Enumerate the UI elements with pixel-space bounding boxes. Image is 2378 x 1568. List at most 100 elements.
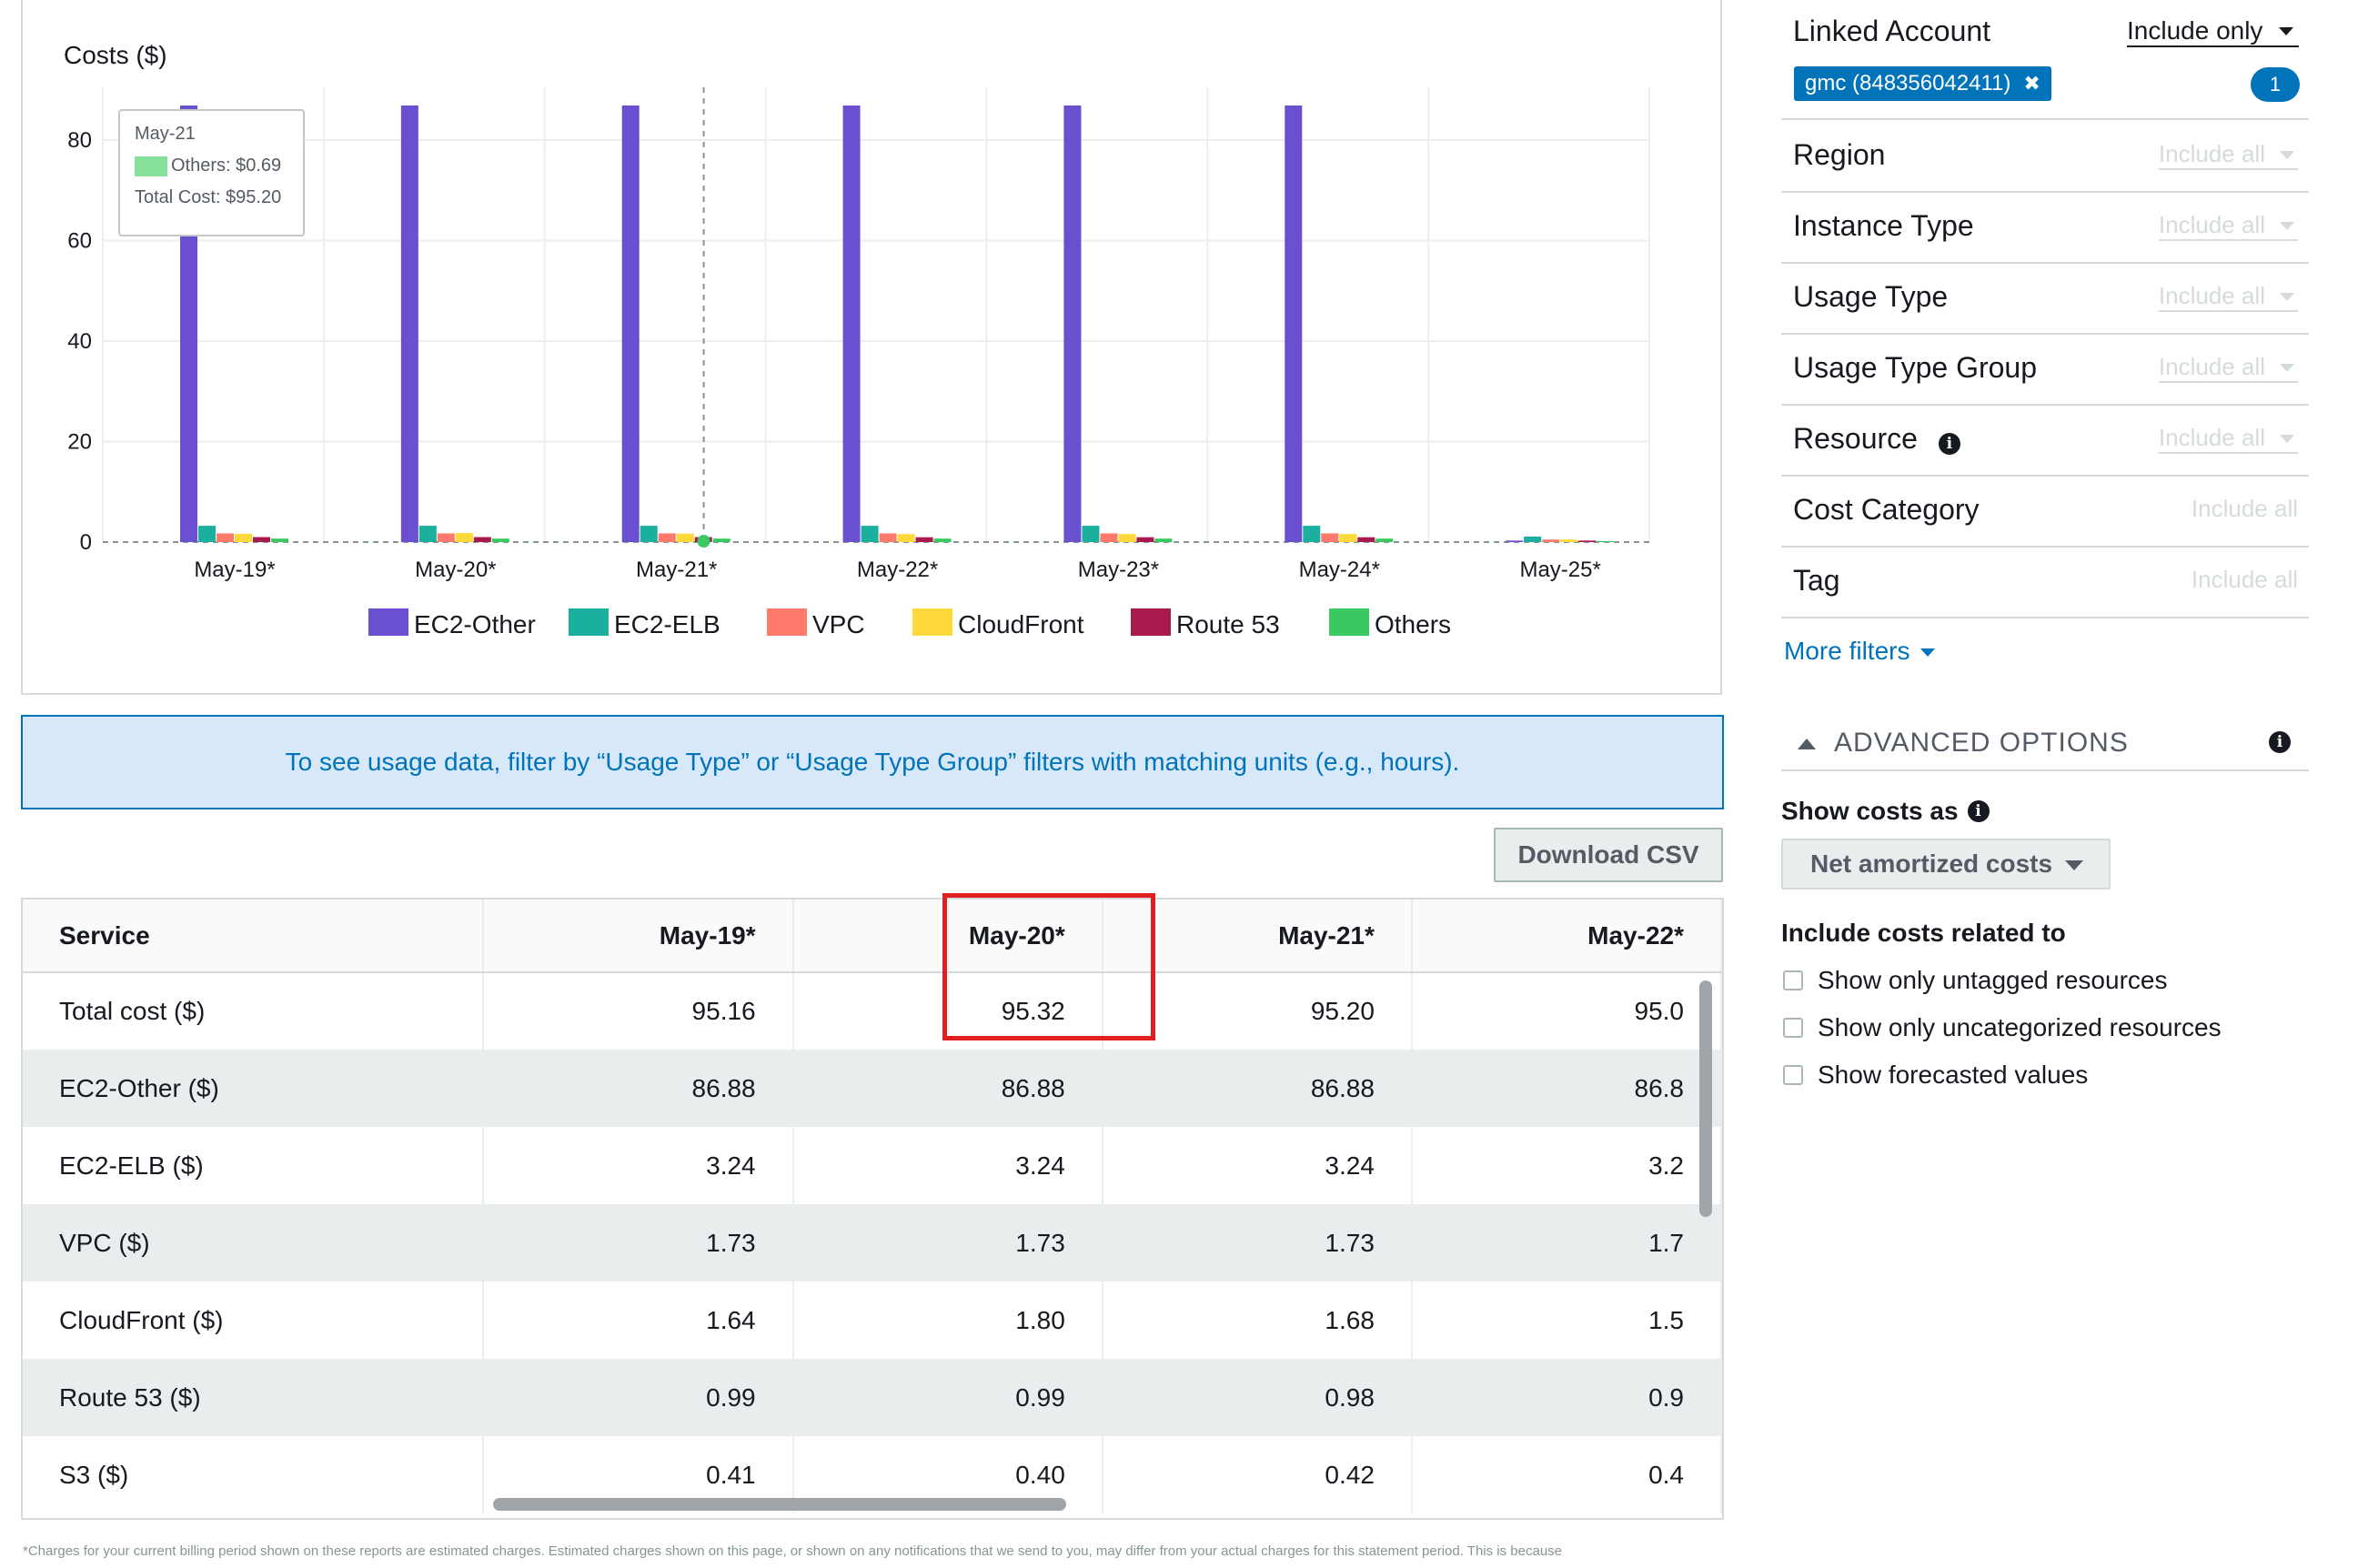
checkbox-label: Show only untagged resources (1818, 966, 2168, 994)
cell-value: 0.99 (483, 1359, 794, 1436)
checkbox-uncategorized[interactable]: Show only uncategorized resources (1783, 1013, 2222, 1042)
checkbox[interactable] (1783, 1065, 1803, 1085)
legend-label: EC2-ELB (614, 610, 720, 638)
filter-value[interactable]: Include all (2192, 495, 2298, 523)
x-tick-label: May-19* (194, 558, 275, 582)
selected-count-badge: 1 (2251, 67, 2300, 102)
cell-value: 0.99 (792, 1359, 1103, 1436)
bar-others (1375, 538, 1394, 542)
checkbox-untagged[interactable]: Show only untagged resources (1783, 966, 2167, 995)
x-tick-label: May-22* (857, 558, 938, 582)
cost-type-select[interactable]: Net amortized costs (1781, 839, 2111, 890)
row-service: Route 53 ($) (23, 1359, 485, 1436)
column-header-may-19[interactable]: May-19* (483, 900, 794, 973)
filter-cost-category[interactable]: Cost Category Include all (1781, 477, 2309, 548)
filter-dropdown[interactable]: Include all (2158, 353, 2298, 383)
bar-route-53 (1136, 537, 1154, 542)
include-costs-label: Include costs related to (1781, 919, 2066, 947)
column-header-service[interactable]: Service (23, 900, 485, 973)
table-horizontal-scrollbar[interactable] (493, 1498, 1066, 1511)
bar-vpc (1321, 533, 1339, 542)
tooltip-swatch (135, 156, 167, 176)
linked-account-chip[interactable]: gmc (848356042411) ✖ (1794, 66, 2051, 101)
filter-dropdown[interactable]: Include all (2158, 211, 2298, 241)
filter-resource[interactable]: Resource i Include all (1781, 406, 2309, 477)
checkbox-label: Show forecasted values (1818, 1060, 2089, 1089)
table-row: Total cost ($) 95.16 95.32 95.20 95.0 (23, 972, 1722, 1050)
filter-label: Usage Type (1793, 280, 1949, 313)
bar-ec2-other (400, 106, 418, 542)
show-costs-label-text: Show costs as (1781, 797, 1959, 825)
filter-usage-type[interactable]: Usage Type Include all (1781, 264, 2309, 335)
filter-region[interactable]: Region Include all (1781, 122, 2309, 193)
bar-ec2-other (621, 106, 640, 542)
bar-route-53 (1357, 537, 1375, 542)
advanced-options-title: ADVANCED OPTIONS (1834, 728, 2129, 758)
filter-usage-type-group[interactable]: Usage Type Group Include all (1781, 335, 2309, 406)
filter-label: Usage Type Group (1793, 351, 2038, 384)
cell-value: 95.16 (483, 972, 794, 1050)
bar-ec2-elb (640, 526, 658, 542)
checkbox[interactable] (1783, 1018, 1803, 1038)
info-icon[interactable]: i (2269, 731, 2291, 753)
column-header-may-22[interactable]: May-22* (1411, 900, 1722, 973)
table-vertical-scrollbar[interactable] (1699, 980, 1712, 1217)
table-row: CloudFront ($) 1.64 1.80 1.68 1.5 (23, 1282, 1722, 1359)
checkbox[interactable] (1783, 970, 1803, 990)
filter-value: Include all (2158, 211, 2265, 238)
filter-label: Instance Type (1793, 209, 1974, 242)
bar-vpc (217, 533, 234, 542)
chip-label: gmc (848356042411) (1805, 71, 2011, 95)
linked-account-mode-dropdown[interactable]: Include only (2127, 16, 2300, 47)
filter-value: Include all (2158, 353, 2265, 380)
bar-vpc (1100, 533, 1118, 542)
cell-value: 1.5 (1411, 1282, 1722, 1359)
filter-value: Include all (2158, 424, 2265, 451)
bar-others (933, 538, 952, 542)
tooltip-date: May-21 (135, 124, 196, 144)
cell-value: 1.73 (792, 1204, 1103, 1282)
cell-value: 1.80 (792, 1282, 1103, 1359)
show-costs-as-label: Show costs as i (1781, 797, 1990, 826)
table-header-row: Service May-19* May-20* May-21* May-22* (23, 900, 1722, 973)
bar-route-53 (1578, 540, 1597, 542)
advanced-options-header[interactable]: ADVANCED OPTIONS i (1781, 720, 2309, 771)
cell-value: 86.88 (1102, 1050, 1413, 1127)
bar-ec2-elb (1082, 526, 1100, 542)
cell-value: 1.68 (1102, 1282, 1413, 1359)
x-tick-label: May-21* (636, 558, 717, 582)
bar-ec2-other (842, 106, 861, 542)
filter-dropdown[interactable]: Include all (2158, 424, 2298, 454)
table-row: EC2-ELB ($) 3.24 3.24 3.24 3.2 (23, 1127, 1722, 1204)
more-filters-label: More filters (1784, 637, 1910, 665)
download-csv-button[interactable]: Download CSV (1494, 828, 1723, 882)
cell-value: 3.24 (792, 1127, 1103, 1204)
cost-bar-chart[interactable]: 0 20 40 60 80 May-19* May-20* May-21* May-22* May… (21, 0, 1722, 688)
chevron-down-icon (1920, 648, 1936, 658)
y-tick-label: 0 (80, 530, 92, 555)
row-service: VPC ($) (23, 1204, 485, 1282)
more-filters-link[interactable]: More filters (1784, 637, 1936, 666)
highlight-box (942, 893, 1155, 1040)
info-icon[interactable]: i (1967, 800, 1990, 822)
filter-dropdown[interactable]: Include all (2158, 282, 2298, 312)
bar-others (712, 538, 731, 542)
bar-cloudfront (897, 534, 915, 542)
legend-swatch (1329, 608, 1369, 636)
legend-label: VPC (812, 610, 865, 638)
tooltip-total: Total Cost: $95.20 (135, 187, 282, 207)
cell-value: 0.4 (1411, 1436, 1722, 1513)
bar-cloudfront (455, 533, 473, 542)
filter-dropdown[interactable]: Include all (2158, 140, 2298, 170)
legend-swatch (1131, 608, 1171, 636)
filter-value[interactable]: Include all (2192, 566, 2298, 594)
row-service: CloudFront ($) (23, 1282, 485, 1359)
filter-tag[interactable]: Tag Include all (1781, 548, 2309, 618)
hover-point (697, 535, 710, 548)
legend-label: CloudFront (958, 610, 1084, 638)
info-icon[interactable]: i (1938, 433, 1960, 455)
close-icon[interactable]: ✖ (2023, 72, 2040, 95)
checkbox-forecasted[interactable]: Show forecasted values (1783, 1060, 2088, 1090)
chevron-down-icon (2280, 293, 2294, 301)
filter-instance-type[interactable]: Instance Type Include all (1781, 193, 2309, 264)
